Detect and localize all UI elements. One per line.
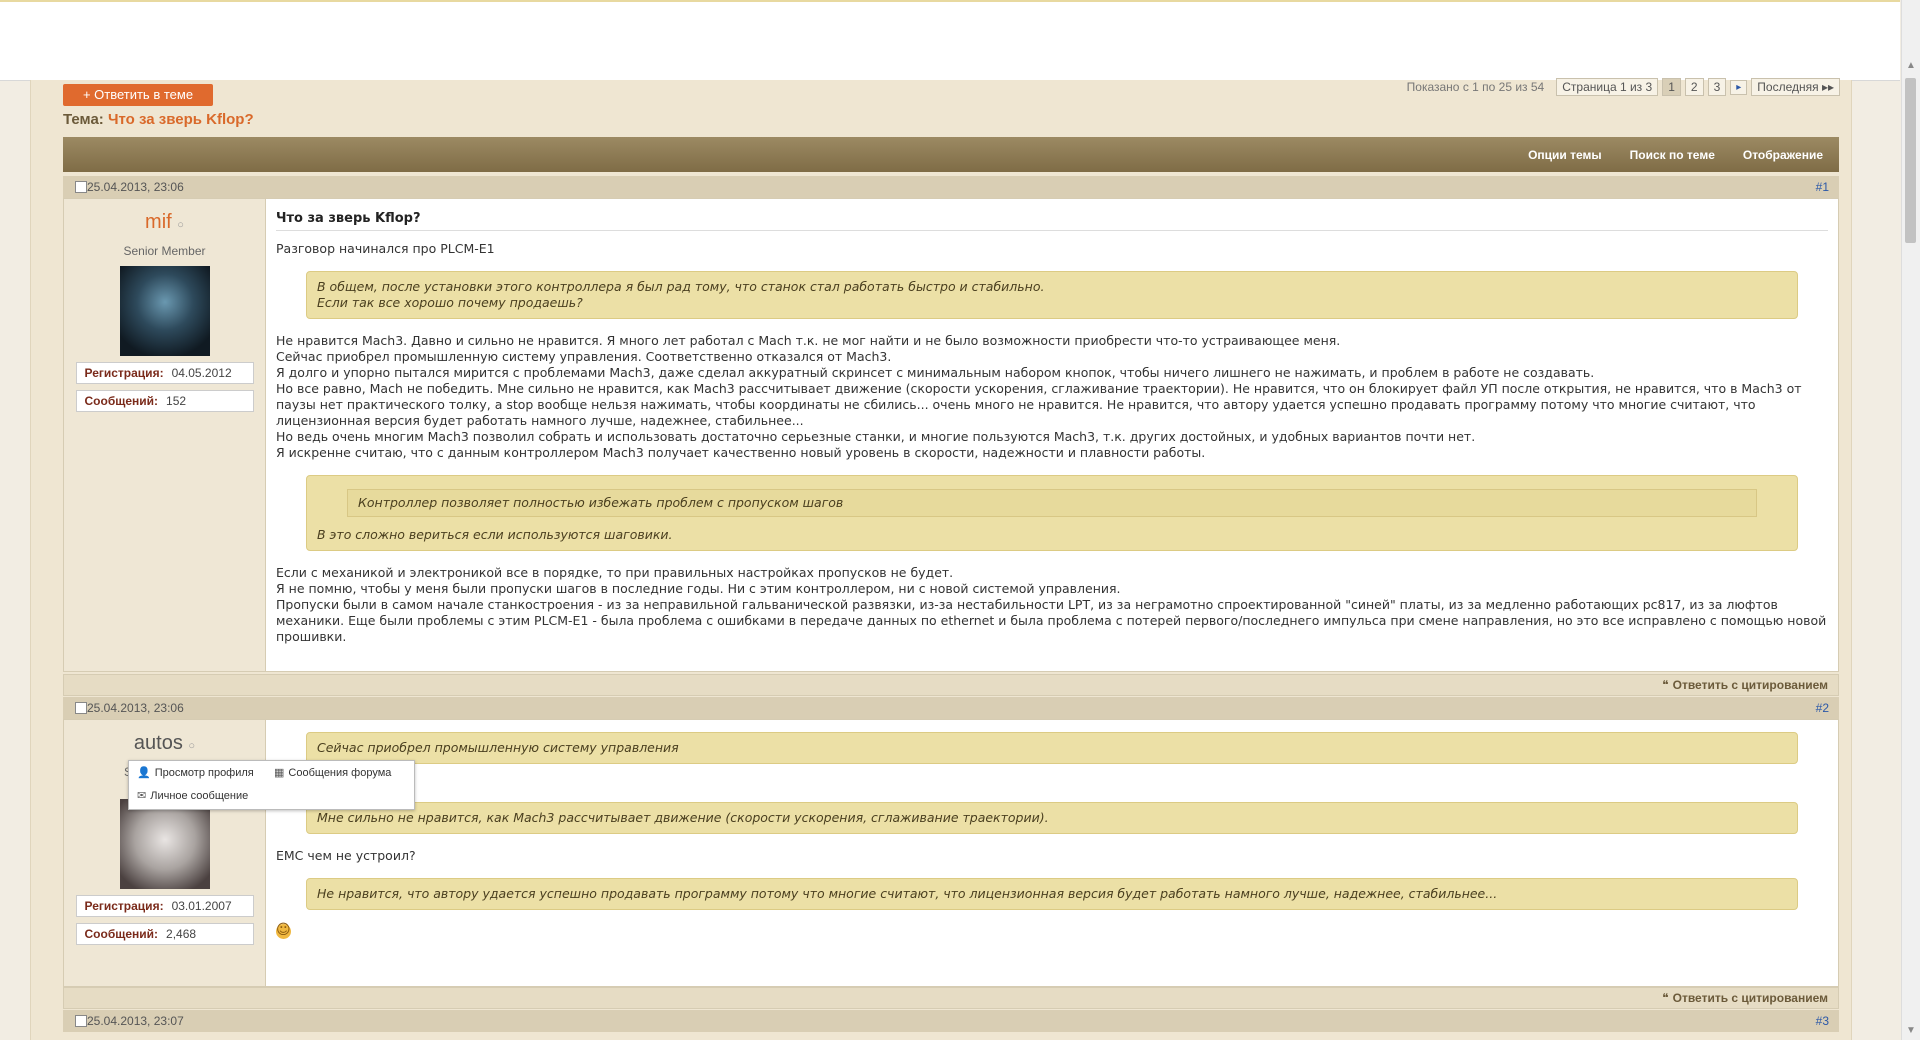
quote-icon: ❝ [1662,991,1669,1005]
post-text: Разговор начинался про PLCM-E1 [276,241,495,256]
forum-posts-item[interactable]: ▦ Сообщения форума [274,763,391,783]
reply-topic-button[interactable]: + Ответить в теме [63,84,213,106]
user-message-count: Сообщений: 2,468 [75,923,254,945]
showing-count: Показано с 1 по 25 из 54 [1406,80,1545,94]
post-header: 25.04.2013, 23:07 #3 [63,1010,1839,1032]
page-3-link[interactable]: 3 [1707,78,1727,96]
smile-icon [276,922,291,939]
post-content: Сейчас приобрел промышленную систему упр… [276,720,1828,939]
page-1-link[interactable]: 1 [1662,78,1681,96]
thread-name-link[interactable]: Что за зверь Kflop? [108,111,254,128]
username[interactable]: mif ○ [64,211,265,234]
post-content: Что за зверь Kflop? Разговор начинался п… [276,199,1828,645]
thread-title: Тема: Что за зверь Kflop? [63,111,254,128]
thread-search-menu[interactable]: Поиск по теме [1630,148,1715,162]
post-select-checkbox[interactable] [75,702,87,714]
post-date: 25.04.2013, 23:06 [87,701,184,715]
quote-text: В это сложно вериться если используются … [317,527,673,542]
view-profile-item[interactable]: 👤 Просмотр профиля [137,763,254,783]
user-popup-menu: 👤 Просмотр профиля ▦ Сообщения форума ✉ Лич… [128,760,415,810]
thread-tools-bar: Опции темы Поиск по теме Отображение [63,137,1839,172]
offline-icon: ○ [188,740,196,752]
next-page-icon[interactable]: ▸ [1730,79,1748,95]
envelope-icon: ✉ [137,790,147,802]
post-text: Если с механикой и электроникой все в по… [276,565,1827,644]
post-text: Не нравится Mach3. Давно и сильно не нра… [276,333,1802,460]
thread-label: Тема: [63,111,104,128]
scroll-thumb[interactable] [1905,78,1916,243]
user-message-count: Сообщений: 152 [75,390,254,412]
messages-icon: ▦ [274,767,285,779]
post-number-link[interactable]: #3 [1816,1014,1829,1028]
avatar[interactable] [119,799,210,889]
page-label[interactable]: Страница 1 из 3 [1556,78,1659,96]
thread-options-menu[interactable]: Опции темы [1528,148,1602,162]
post-number-link[interactable]: #1 [1816,180,1829,194]
post-footer: ❝ Ответить с цитированием [63,987,1839,1009]
reply-with-quote-button[interactable]: ❝ Ответить с цитированием [1662,991,1828,1005]
user-icon: 👤 [137,767,151,779]
quote-block: В общем, после установки этого контролле… [306,271,1798,319]
post-date: 25.04.2013, 23:06 [87,180,184,194]
user-registration: Регистрация: 04.05.2012 [75,362,254,384]
quote-block: Сейчас приобрел промышленную систему упр… [306,732,1798,764]
display-mode-menu[interactable]: Отображение [1743,148,1823,162]
post-header: 25.04.2013, 23:06 #1 [63,176,1839,198]
post-select-checkbox[interactable] [75,181,87,193]
quote-block: Контроллер позволяет полностью избежать … [306,475,1798,551]
quote-block: Не нравится, что автору удается успешно … [306,878,1798,910]
user-info: mif ○ Senior Member Регистрация: 04.05.20… [64,199,266,671]
reply-with-quote-button[interactable]: ❝ Ответить с цитированием [1662,678,1828,692]
quote-block: Мне сильно не нравится, как Mach3 рассчи… [306,802,1798,834]
username[interactable]: autos ○ [64,732,265,755]
quote-icon: ❝ [1662,678,1669,692]
private-message-item[interactable]: ✉ Личное сообщение [137,786,248,806]
post: mif ○ Senior Member Регистрация: 04.05.20… [63,198,1839,672]
scroll-up-icon[interactable]: ▲ [1906,60,1916,71]
avatar[interactable] [119,266,210,356]
browser-toolbar [0,0,1900,81]
post-text: ? [276,772,1828,788]
scroll-down-icon[interactable]: ▼ [1906,1025,1916,1036]
last-page-link[interactable]: Последняя ▸▸ [1751,78,1840,96]
page-2-link[interactable]: 2 [1684,78,1704,96]
nested-quote: Контроллер позволяет полностью избежать … [347,489,1757,517]
user-title: Senior Member [123,244,206,258]
toolbar-stripe [0,0,1900,2]
post-footer: ❝ Ответить с цитированием [63,674,1839,696]
pagination: Показано с 1 по 25 из 54 Страница 1 из 3… [1407,78,1840,96]
post-header: 25.04.2013, 23:06 #2 [63,697,1839,719]
post-date: 25.04.2013, 23:07 [87,1014,184,1028]
post-number-link[interactable]: #2 [1816,701,1829,715]
post-title: Что за зверь Kflop? [276,199,1828,231]
offline-icon: ○ [177,219,184,231]
post-select-checkbox[interactable] [75,1015,87,1027]
post-text: EMC чем не устроил? [276,848,416,863]
user-registration: Регистрация: 03.01.2007 [75,895,254,917]
scrollbar[interactable]: ▲ ▼ [1901,0,1920,1040]
